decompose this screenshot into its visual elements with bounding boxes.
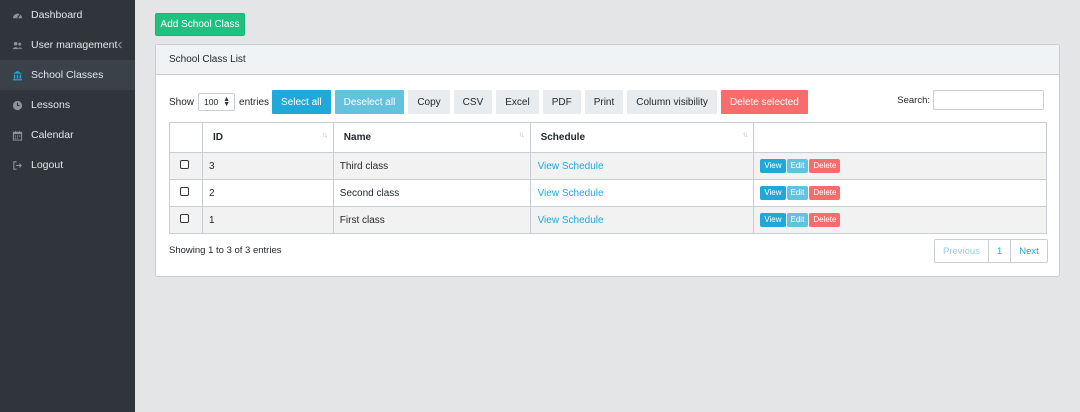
sidebar-item-logout[interactable]: Logout — [0, 150, 135, 180]
csv-button[interactable]: CSV — [453, 90, 493, 114]
page-1-button[interactable]: 1 — [987, 240, 1010, 262]
delete-selected-button[interactable]: Delete selected — [720, 90, 808, 114]
table-info: Showing 1 to 3 of 3 entries — [169, 245, 282, 256]
delete-button[interactable]: Delete — [809, 159, 841, 173]
name-cell: First class — [332, 206, 531, 234]
table-header-row: ID ↑↓ Name ↑↓ Schedule ↑↓ — [169, 122, 1047, 153]
id-cell: 3 — [201, 152, 334, 180]
row-checkbox[interactable] — [180, 160, 189, 169]
school-class-list-card: School Class List Show 100 ▲ ▼ entries Se… — [155, 44, 1060, 277]
edit-button[interactable]: Edit — [786, 186, 809, 200]
name-cell: Second class — [332, 179, 531, 207]
table-row: 3 Third class View Schedule View Edit Dele… — [169, 152, 1047, 180]
sort-icon: ↑↓ — [518, 132, 525, 139]
sort-icon: ↑↓ — [321, 132, 328, 139]
actions-column-header — [753, 122, 1047, 153]
entries-select[interactable]: 100 ▲ ▼ — [198, 93, 236, 111]
search-input[interactable] — [933, 90, 1044, 110]
sidebar-item-label: Calendar — [31, 129, 74, 141]
sidebar-item-label: Dashboard — [31, 9, 83, 21]
excel-button[interactable]: Excel — [496, 90, 539, 114]
previous-page-button[interactable]: Previous — [935, 240, 988, 262]
name-cell: Third class — [332, 152, 531, 180]
clock-icon — [11, 99, 23, 111]
entries-select-value: 100 — [204, 97, 219, 107]
sidebar-item-label: Lessons — [31, 99, 71, 111]
calendar-icon — [11, 129, 23, 141]
row-checkbox[interactable] — [180, 187, 189, 196]
search-label: Search: — [897, 94, 930, 106]
main-content: Add School Class School Class List Show … — [135, 0, 1080, 412]
column-visibility-button[interactable]: Column visibility — [627, 90, 717, 114]
id-column-header[interactable]: ID ↑↓ — [201, 122, 334, 153]
view-button[interactable]: View — [760, 186, 786, 200]
sidebar-item-user-management[interactable]: User management — [0, 30, 135, 60]
bank-icon — [11, 69, 23, 81]
entries-label: entries — [239, 96, 270, 108]
sort-icon: ↑↓ — [742, 132, 748, 139]
view-button[interactable]: View — [760, 159, 786, 173]
delete-button[interactable]: Delete — [809, 186, 841, 200]
copy-button[interactable]: Copy — [408, 90, 450, 114]
next-page-button[interactable]: Next — [1010, 240, 1047, 262]
select-all-button[interactable]: Select all — [272, 90, 331, 114]
pdf-button[interactable]: PDF — [542, 90, 581, 114]
deselect-all-button[interactable]: Deselect all — [334, 90, 405, 114]
card-title: School Class List — [156, 45, 1059, 75]
view-schedule-link[interactable]: View Schedule — [537, 215, 604, 226]
select-arrows-icon: ▲ ▼ — [223, 96, 231, 108]
sidebar-item-label: Logout — [31, 159, 64, 171]
sidebar-item-lessons[interactable]: Lessons — [0, 90, 135, 120]
sidebar-item-dashboard[interactable]: Dashboard — [0, 0, 135, 30]
pagination: Previous 1 Next — [934, 239, 1048, 263]
users-icon — [11, 39, 23, 51]
add-school-class-button[interactable]: Add School Class — [155, 13, 245, 36]
id-cell: 2 — [201, 179, 334, 207]
school-class-table: ID ↑↓ Name ↑↓ Schedule ↑↓ 3 Third class Vie… — [169, 122, 1047, 234]
chevron-left-icon — [117, 41, 122, 49]
schedule-column-header[interactable]: Schedule ↑↓ — [529, 122, 755, 153]
name-column-header[interactable]: Name ↑↓ — [332, 122, 531, 153]
select-column-header — [169, 122, 203, 153]
sidebar-item-label: School Classes — [31, 69, 104, 81]
datatable-toolbar: Show 100 ▲ ▼ entries Select all Deselect … — [169, 90, 1046, 114]
sidebar-item-school-classes[interactable]: School Classes — [0, 60, 135, 90]
view-schedule-link[interactable]: View Schedule — [537, 188, 604, 199]
edit-button[interactable]: Edit — [786, 213, 809, 227]
table-row: 2 Second class View Schedule View Edit Del… — [169, 179, 1047, 207]
sidebar: Dashboard User management School Classes… — [0, 0, 135, 412]
search-box: Search: — [897, 90, 1044, 110]
table-row: 1 First class View Schedule View Edit Dele… — [169, 206, 1047, 234]
sidebar-item-calendar[interactable]: Calendar — [0, 120, 135, 150]
delete-button[interactable]: Delete — [809, 213, 841, 227]
row-checkbox[interactable] — [180, 214, 189, 223]
view-button[interactable]: View — [760, 213, 786, 227]
id-cell: 1 — [201, 206, 334, 234]
edit-button[interactable]: Edit — [786, 159, 809, 173]
view-schedule-link[interactable]: View Schedule — [537, 161, 604, 172]
print-button[interactable]: Print — [584, 90, 624, 114]
dashboard-icon — [11, 9, 23, 21]
logout-icon — [11, 159, 23, 171]
sidebar-item-label: User management — [31, 39, 118, 51]
show-label: Show — [169, 96, 195, 108]
